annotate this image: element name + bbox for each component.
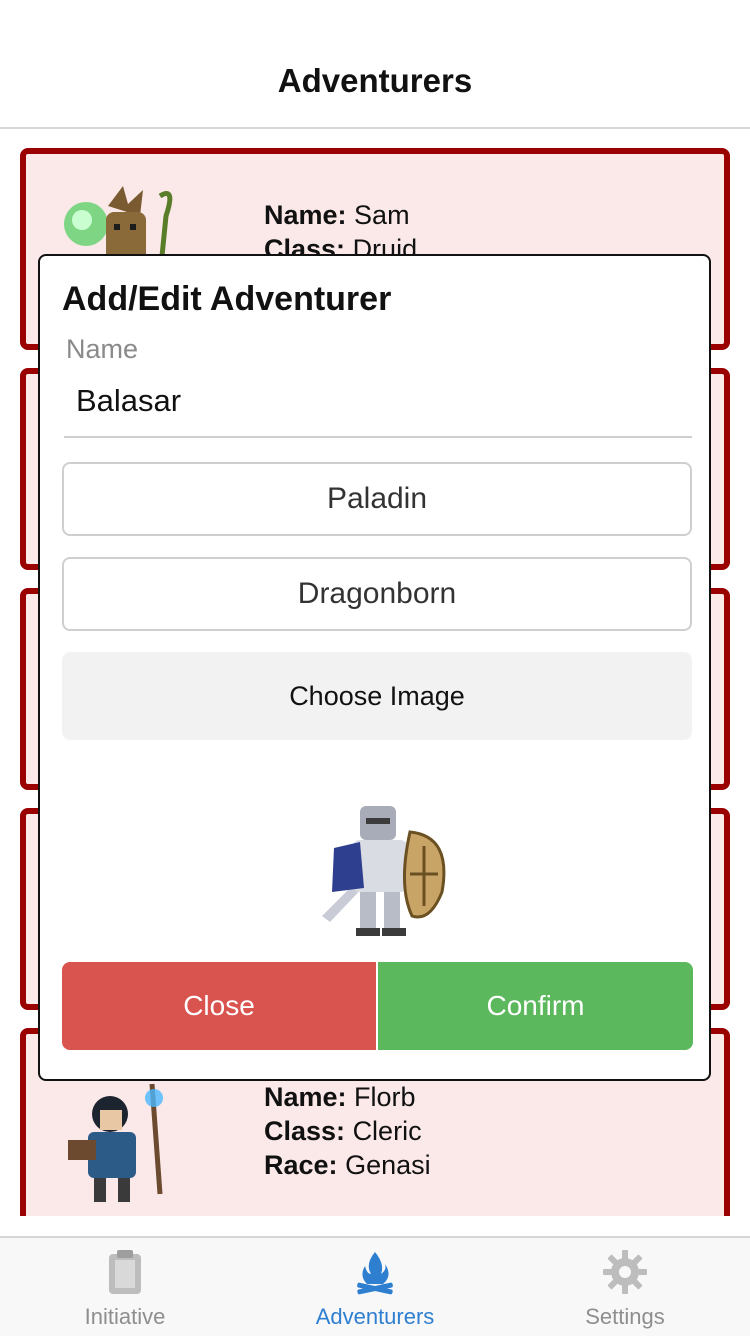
tab-initiative[interactable]: Initiative: [0, 1238, 250, 1336]
name-field-label: Name: [66, 334, 139, 364]
close-button[interactable]: Close: [62, 962, 376, 1050]
tab-label: Adventurers: [315, 1304, 435, 1329]
modal-title: Add/Edit Adventurer: [62, 280, 392, 318]
adventurer-class: Cleric: [352, 1116, 422, 1146]
add-edit-adventurer-modal: Add/Edit Adventurer Name Paladin Dragonb…: [38, 254, 711, 1081]
tab-adventurers[interactable]: Adventurers: [250, 1238, 500, 1336]
adventurer-name: Sam: [354, 200, 410, 230]
tab-label: Settings: [585, 1304, 665, 1329]
name-input[interactable]: [64, 366, 692, 438]
adventurer-name: Florb: [354, 1082, 416, 1112]
name-label: Name:: [264, 1082, 347, 1112]
race-select[interactable]: Dragonborn: [62, 557, 692, 631]
tab-bar: Initiative Adventurers Settings: [0, 1236, 750, 1336]
paladin-preview-icon: [322, 806, 446, 936]
race-label: Race:: [264, 1150, 338, 1180]
cleric-avatar-icon: [68, 1083, 163, 1202]
confirm-button[interactable]: Confirm: [378, 962, 693, 1050]
adventurer-info: Name: Florb Class: Cleric Race: Genasi: [264, 1080, 431, 1182]
tab-settings[interactable]: Settings: [500, 1238, 750, 1336]
clipboard-icon: [109, 1250, 141, 1294]
campfire-icon: [357, 1252, 393, 1295]
adventurer-race: Genasi: [345, 1150, 431, 1180]
tab-label: Initiative: [84, 1304, 166, 1329]
class-label: Class:: [264, 1116, 346, 1146]
page-title: Adventurers: [277, 62, 473, 99]
choose-image-button[interactable]: Choose Image: [62, 652, 692, 740]
name-label: Name:: [264, 200, 347, 230]
gear-icon: [603, 1250, 647, 1294]
class-select[interactable]: Paladin: [62, 462, 692, 536]
navigation-header: Adventurers: [0, 0, 750, 129]
